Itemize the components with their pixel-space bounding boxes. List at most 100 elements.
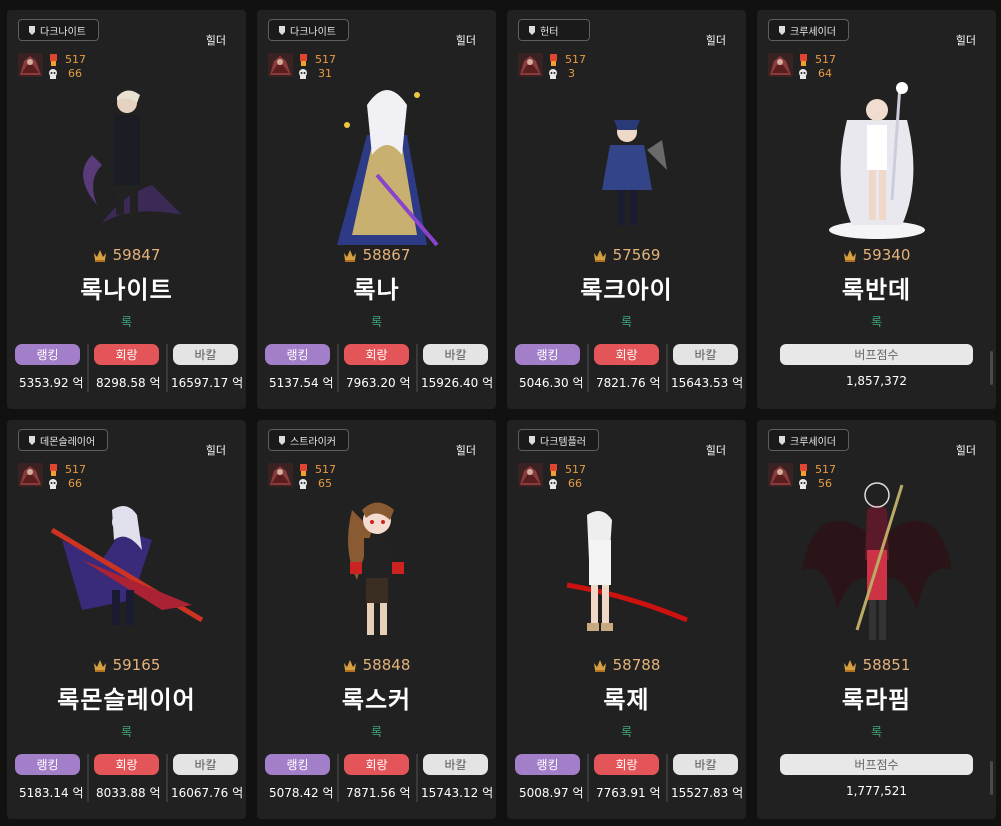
rank-button[interactable]: 랭킹 bbox=[265, 754, 330, 775]
bakal-damage-value: 15743.12 억 bbox=[421, 786, 494, 800]
column-divider bbox=[666, 344, 668, 392]
character-name[interactable]: 록스커 bbox=[257, 680, 496, 715]
character-sprite bbox=[557, 505, 697, 639]
fame-score: 59847 bbox=[7, 246, 246, 264]
level-value: 517 bbox=[65, 463, 86, 476]
character-name[interactable]: 록몬슬레이어 bbox=[7, 680, 246, 715]
character-name[interactable]: 록제 bbox=[507, 680, 746, 715]
rank-button[interactable]: 랭킹 bbox=[15, 754, 80, 775]
scrollbar[interactable] bbox=[990, 761, 993, 795]
buff-score-value: 1,777,521 bbox=[845, 784, 908, 798]
fame-value: 57569 bbox=[612, 246, 661, 264]
character-card[interactable]: 다크나이트 힐더 517 31 58867 록나 록 랭킹 5137.54 억 회랑 7963… bbox=[257, 10, 496, 409]
fame-crown-icon bbox=[343, 659, 356, 672]
server-name: 힐더 bbox=[955, 34, 976, 47]
fame-value: 59165 bbox=[112, 656, 161, 674]
column-divider bbox=[87, 344, 89, 392]
character-card[interactable]: 스트라이커 힐더 517 65 58848 록스커 록 랭킹 5078.42 억 회랑 787… bbox=[257, 420, 496, 819]
character-card[interactable]: 다크템플러 힐더 517 66 58788 록제 록 랭킹 5008.97 억 회랑 7763… bbox=[507, 420, 746, 819]
character-card[interactable]: 크루세이더 힐더 517 64 59340 록반데 록 버프점수 1,857,372 bbox=[757, 10, 996, 409]
character-name[interactable]: 록크아이 bbox=[507, 270, 746, 305]
heal-raid-button[interactable]: 회랑 bbox=[94, 754, 159, 775]
bakal-button[interactable]: 바칼 bbox=[173, 344, 238, 365]
guild-name[interactable]: 록 bbox=[757, 313, 996, 330]
rank-damage-value: 5046.30 억 bbox=[519, 376, 584, 390]
character-name[interactable]: 록나 bbox=[257, 270, 496, 305]
level-value: 517 bbox=[565, 53, 586, 66]
guild-name[interactable]: 록 bbox=[7, 313, 246, 330]
character-card[interactable]: 데몬슬레이어 힐더 517 66 59165 록몬슬레이어 록 랭킹 5183.14 억 회… bbox=[7, 420, 246, 819]
sub-value: 66 bbox=[568, 477, 582, 490]
character-name[interactable]: 록반데 bbox=[757, 270, 996, 305]
fame-value: 58851 bbox=[862, 656, 911, 674]
guild-name[interactable]: 록 bbox=[7, 723, 246, 740]
column-divider bbox=[416, 344, 418, 392]
server-name: 힐더 bbox=[705, 444, 726, 457]
bakal-button[interactable]: 바칼 bbox=[423, 344, 488, 365]
sub-value: 65 bbox=[318, 477, 332, 490]
job-name: 크루세이더 bbox=[790, 436, 836, 448]
fame-crown-icon bbox=[843, 249, 856, 262]
buff-score-button[interactable]: 버프점수 bbox=[780, 344, 973, 365]
guild-name[interactable]: 록 bbox=[507, 313, 746, 330]
level-value: 517 bbox=[65, 53, 86, 66]
fame-score: 58788 bbox=[507, 656, 746, 674]
scrollbar[interactable] bbox=[990, 351, 993, 385]
level-medal-icon bbox=[550, 54, 557, 66]
rank-button[interactable]: 랭킹 bbox=[15, 344, 80, 365]
adventurer-avatar-icon bbox=[268, 53, 293, 77]
heal-raid-button[interactable]: 회랑 bbox=[344, 344, 409, 365]
buff-score-value: 1,857,372 bbox=[845, 374, 908, 388]
character-card[interactable]: 크루세이더 힐더 517 56 58851 록라핌 록 버프점수 1,777,521 bbox=[757, 420, 996, 819]
character-card[interactable]: 다크나이트 힐더 517 66 59847 록나이트 록 랭킹 5353.92 억 회랑 82… bbox=[7, 10, 246, 409]
server-name: 힐더 bbox=[205, 444, 226, 457]
job-badge: 크루세이더 bbox=[768, 429, 849, 451]
fame-value: 59847 bbox=[112, 246, 161, 264]
server-name: 힐더 bbox=[455, 444, 476, 457]
rank-button[interactable]: 랭킹 bbox=[515, 344, 580, 365]
job-badge: 크루세이더 bbox=[768, 19, 849, 41]
guild-name[interactable]: 록 bbox=[507, 723, 746, 740]
heal-raid-button[interactable]: 회랑 bbox=[594, 344, 659, 365]
level-medal-icon bbox=[50, 464, 57, 476]
character-name[interactable]: 록나이트 bbox=[7, 270, 246, 305]
guild-name[interactable]: 록 bbox=[257, 313, 496, 330]
bakal-button[interactable]: 바칼 bbox=[173, 754, 238, 775]
guild-name[interactable]: 록 bbox=[757, 723, 996, 740]
buff-score-button[interactable]: 버프점수 bbox=[780, 754, 973, 775]
heal-raid-button[interactable]: 회랑 bbox=[344, 754, 409, 775]
adventurer-avatar-icon bbox=[18, 53, 43, 77]
bakal-button[interactable]: 바칼 bbox=[423, 754, 488, 775]
heal-raid-button[interactable]: 회랑 bbox=[94, 344, 159, 365]
skull-icon bbox=[549, 69, 557, 79]
guild-name[interactable]: 록 bbox=[257, 723, 496, 740]
character-sprite bbox=[332, 490, 422, 644]
rank-damage-value: 5008.97 억 bbox=[519, 786, 584, 800]
character-card[interactable]: 헌터 힐더 517 3 57569 록크아이 록 랭킹 5046.30 억 회랑 7821.7… bbox=[507, 10, 746, 409]
job-badge: 다크템플러 bbox=[518, 429, 599, 451]
fame-score: 58848 bbox=[257, 656, 496, 674]
character-sprite bbox=[822, 80, 932, 244]
server-name: 힐더 bbox=[455, 34, 476, 47]
bakal-button[interactable]: 바칼 bbox=[673, 754, 738, 775]
job-name: 데몬슬레이어 bbox=[40, 436, 96, 448]
sub-value: 3 bbox=[568, 67, 575, 80]
level-medal-icon bbox=[50, 54, 57, 66]
column-divider bbox=[166, 344, 168, 392]
job-class-icon bbox=[279, 435, 285, 445]
job-class-icon bbox=[29, 435, 35, 445]
fame-value: 58788 bbox=[612, 656, 661, 674]
character-name[interactable]: 록라핌 bbox=[757, 680, 996, 715]
bakal-damage-value: 16597.17 억 bbox=[171, 376, 244, 390]
fame-crown-icon bbox=[343, 249, 356, 262]
bakal-button[interactable]: 바칼 bbox=[673, 344, 738, 365]
fame-value: 58867 bbox=[362, 246, 411, 264]
character-summary: 517 65 bbox=[268, 463, 348, 493]
column-divider bbox=[337, 754, 339, 802]
character-sprite bbox=[797, 480, 957, 654]
skull-icon bbox=[799, 69, 807, 79]
rank-button[interactable]: 랭킹 bbox=[265, 344, 330, 365]
rank-button[interactable]: 랭킹 bbox=[515, 754, 580, 775]
heal-raid-button[interactable]: 회랑 bbox=[594, 754, 659, 775]
skull-icon bbox=[49, 69, 57, 79]
